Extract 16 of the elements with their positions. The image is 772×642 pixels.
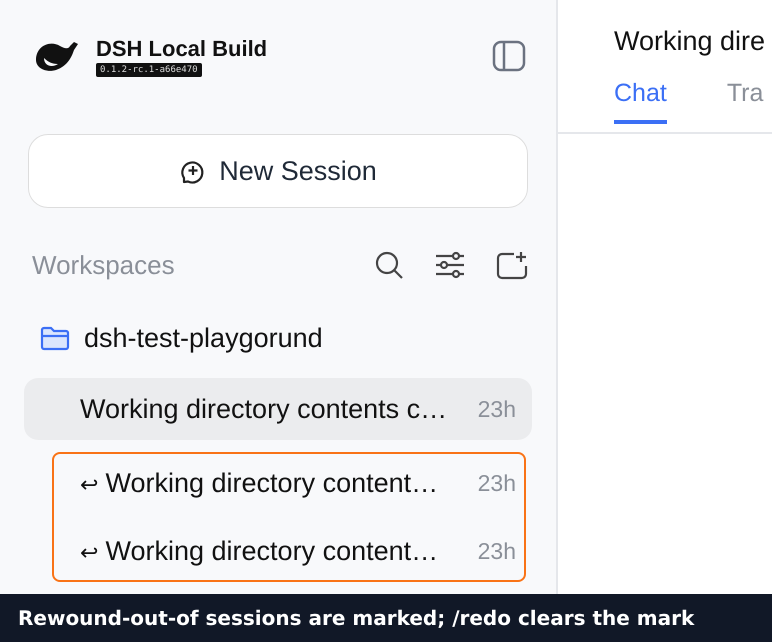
workspace-folder[interactable]: dsh-test-playgorund: [24, 308, 532, 368]
session-item[interactable]: ↩ Working directory content… 23h: [54, 522, 524, 580]
folder-icon: [40, 325, 70, 351]
session-item[interactable]: Working directory contents c… 23h: [24, 378, 532, 440]
version-badge: 0.1.2-rc.1-a66e470: [96, 62, 202, 76]
tab[interactable]: Chat: [614, 79, 667, 124]
session-item[interactable]: ↩ Working directory content… 23h: [54, 454, 524, 512]
sidebar-toggle-icon[interactable]: [492, 40, 526, 72]
new-folder-icon[interactable]: [496, 250, 528, 280]
session-title: Working dire: [614, 26, 766, 57]
app-title: DSH Local Build: [96, 36, 268, 62]
search-icon[interactable]: [374, 250, 404, 280]
new-session-button[interactable]: New Session: [28, 134, 528, 208]
section-heading: Workspaces: [32, 250, 175, 280]
caption-bar: Rewound-out-of sessions are marked; /redo clears the mark: [0, 594, 772, 642]
filter-sliders-icon[interactable]: [434, 250, 466, 280]
